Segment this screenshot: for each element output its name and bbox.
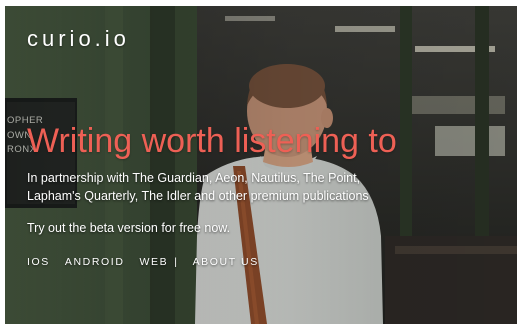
partners-line-2: Lapham's Quarterly, The Idler and other … <box>27 189 369 203</box>
nav-separator: | <box>174 256 179 268</box>
nav-link-about-us[interactable]: ABOUT US <box>193 256 259 268</box>
brand-logo[interactable]: curio.io <box>27 26 130 52</box>
hero-overlay <box>5 6 517 324</box>
nav-link-web[interactable]: WEB <box>140 256 169 268</box>
partners-text: In partnership with The Guardian, Aeon, … <box>27 169 447 205</box>
nav-link-android[interactable]: ANDROID <box>65 256 125 268</box>
hero-headline: Writing worth listening to <box>27 122 397 160</box>
nav-link-ios[interactable]: IOS <box>27 256 50 268</box>
beta-callout[interactable]: Try out the beta version for free now. <box>27 221 230 235</box>
hero-section: OPHER OWN RONX curio.io Writing worth li… <box>5 6 517 324</box>
platform-nav: IOS ANDROID WEB | ABOUT US <box>27 256 259 268</box>
partners-line-1: In partnership with The Guardian, Aeon, … <box>27 171 361 185</box>
